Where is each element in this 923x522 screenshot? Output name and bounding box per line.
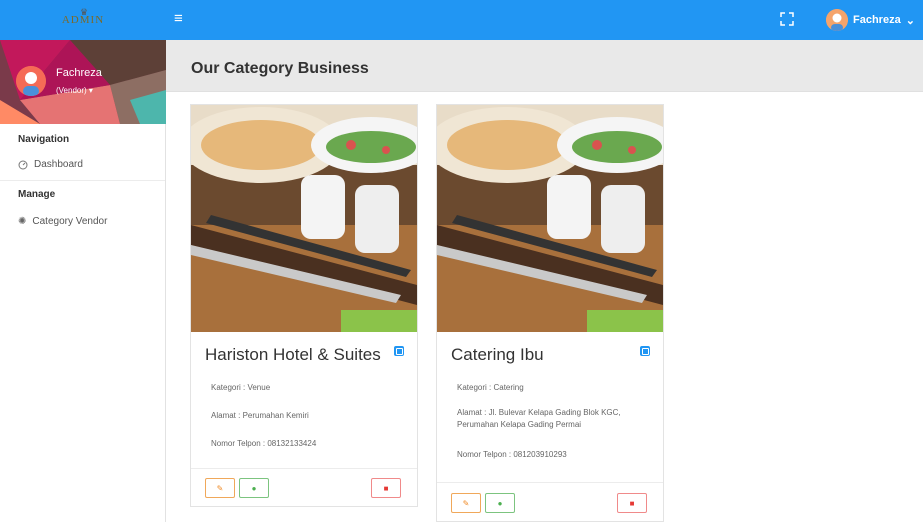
view-button[interactable]: ● <box>485 493 515 513</box>
page-title: Our Category Business <box>191 60 369 77</box>
sidebar-item-label: Category Vendor <box>32 216 108 227</box>
chevron-down-icon: ⌄ <box>905 14 915 27</box>
delete-button[interactable]: ■ <box>371 478 401 498</box>
avatar <box>826 9 848 31</box>
card-title: Catering Ibu <box>451 345 544 364</box>
business-card: Hariston Hotel & Suites Kategori : Venue… <box>190 104 418 507</box>
eye-icon: ● <box>497 498 503 508</box>
edit-icon: ✎ <box>462 498 470 508</box>
trash-icon: ■ <box>629 498 635 508</box>
profile-name: Fachreza <box>56 67 102 79</box>
edit-button[interactable]: ✎ <box>205 478 235 498</box>
gear-icon: ✺ <box>18 216 27 227</box>
nav-heading-manage: Manage <box>18 189 56 200</box>
trash-icon: ■ <box>383 483 389 493</box>
delete-button[interactable]: ■ <box>617 493 647 513</box>
dashboard-icon <box>18 160 28 169</box>
edit-icon[interactable] <box>640 346 650 356</box>
eye-icon: ● <box>251 483 257 493</box>
card-category: Kategori : Venue <box>211 383 271 392</box>
top-navbar: ♛ ADMIN ≡ Fachreza ⌄ <box>0 0 923 40</box>
main-content: Hariston Hotel & Suites Kategori : Venue… <box>166 92 923 522</box>
card-address: Alamat : Jl. Bulevar Kelapa Gading Blok … <box>457 408 621 429</box>
card-image <box>437 105 663 332</box>
profile-role-label: (Vendor) <box>56 86 87 95</box>
edit-button[interactable]: ✎ <box>451 493 481 513</box>
nav-heading-navigation: Navigation <box>18 134 70 145</box>
edit-icon[interactable] <box>394 346 404 356</box>
card-category: Kategori : Catering <box>457 383 524 392</box>
view-button[interactable]: ● <box>239 478 269 498</box>
edit-icon: ✎ <box>216 483 224 493</box>
fullscreen-icon[interactable] <box>780 12 794 26</box>
card-phone: Nomor Telpon : 081203910293 <box>457 450 567 459</box>
caret-down-icon: ▾ <box>88 86 93 95</box>
user-name: Fachreza <box>853 14 901 26</box>
sidebar-item-dashboard[interactable]: Dashboard <box>0 159 165 170</box>
sidebar-item-category-vendor[interactable]: ✺ Category Vendor <box>0 216 165 227</box>
business-card: Catering Ibu Kategori : Catering Alamat … <box>436 104 664 522</box>
crown-icon: ♛ <box>80 7 89 17</box>
sidebar-profile: Fachreza (Vendor) ▾ <box>0 40 166 124</box>
app-logo[interactable]: ♛ ADMIN <box>0 0 166 40</box>
card-phone: Nomor Telpon : 08132133424 <box>211 439 317 448</box>
avatar <box>16 66 46 96</box>
card-title: Hariston Hotel & Suites <box>205 345 381 364</box>
sidebar: Fachreza (Vendor) ▾ Navigation Dashboard… <box>0 40 166 522</box>
profile-role-dropdown[interactable]: (Vendor) ▾ <box>56 86 93 95</box>
menu-toggle-icon[interactable]: ≡ <box>174 10 183 27</box>
card-footer: ✎ ● ■ <box>437 482 663 522</box>
card-image <box>191 105 417 332</box>
user-menu[interactable]: Fachreza ⌄ <box>826 9 915 31</box>
card-address: Alamat : Perumahan Kemiri <box>211 411 309 420</box>
page-header: Our Category Business <box>166 40 923 92</box>
card-footer: ✎ ● ■ <box>191 468 417 508</box>
sidebar-item-label: Dashboard <box>34 159 83 170</box>
